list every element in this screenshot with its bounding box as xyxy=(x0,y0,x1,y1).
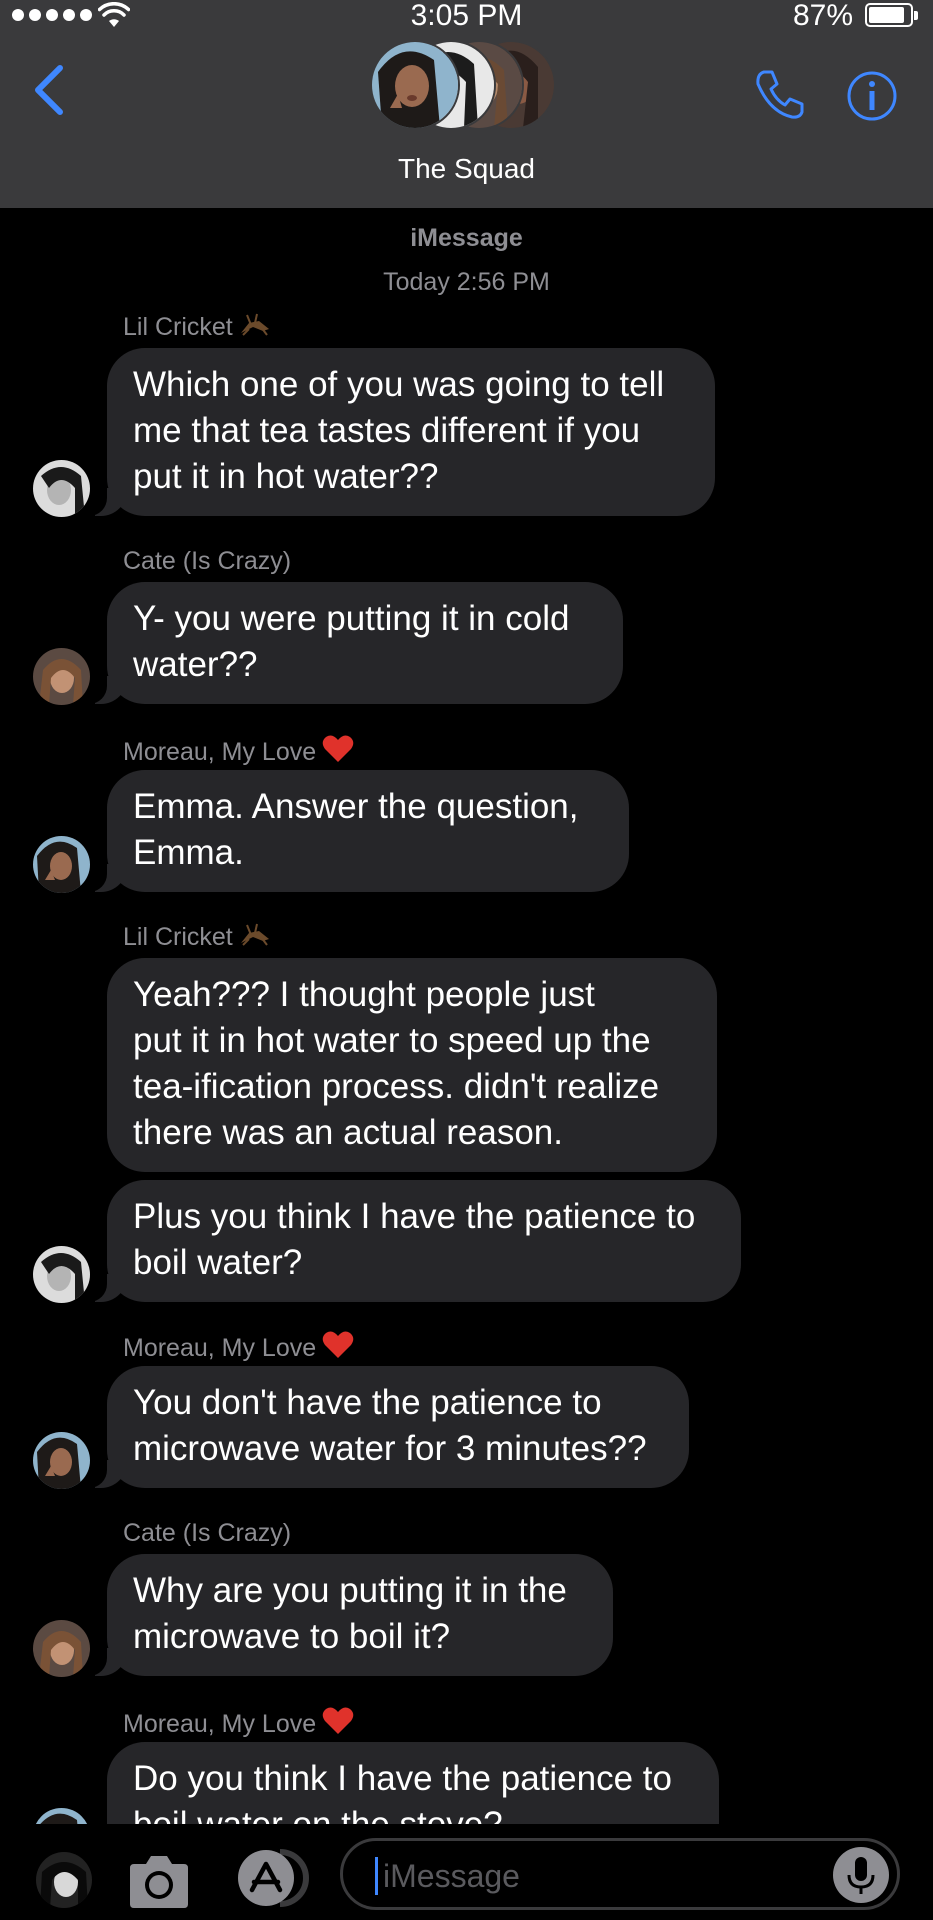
message-line: Plus you think I have the patience to xyxy=(133,1197,696,1236)
message-line: Emma. xyxy=(133,833,244,872)
battery-level-fill xyxy=(869,7,904,23)
red-heart-emoji-icon xyxy=(322,1707,354,1734)
group-member-avatar xyxy=(370,40,460,130)
message-line: there was an actual reason. xyxy=(133,1113,563,1152)
text-caret xyxy=(375,1857,378,1895)
sender-name: Cate (Is Crazy) xyxy=(123,547,292,575)
memoji-button[interactable] xyxy=(36,1852,92,1908)
cricket-emoji-icon xyxy=(240,313,269,336)
message-bubble[interactable]: You don't have the patience to microwave… xyxy=(87,1366,689,1488)
group-avatars[interactable] xyxy=(370,40,566,132)
sender-avatar[interactable] xyxy=(33,1808,90,1824)
message-line: me that tea tastes different if you xyxy=(133,411,641,450)
messages-app: 3:05 PM 87% The Squad iMessage Today 2:5… xyxy=(0,0,933,1920)
message-list[interactable]: iMessage Today 2:56 PM Lil Cricket Which… xyxy=(0,208,933,1824)
message-line: water?? xyxy=(133,645,258,684)
red-heart-emoji-icon xyxy=(322,735,354,762)
message-line: You don't have the patience to xyxy=(133,1383,602,1422)
message-bubble[interactable]: Why are you putting it in the microwave … xyxy=(87,1554,613,1676)
message-line: boil water? xyxy=(133,1243,303,1282)
sender-avatar[interactable] xyxy=(33,1620,90,1677)
battery-percentage: 87% xyxy=(792,0,853,32)
conversation-header: 3:05 PM 87% The Squad xyxy=(0,0,933,208)
sender-name: Moreau, My Love xyxy=(123,1706,354,1739)
message-bubble[interactable]: Plus you think I have the patience to bo… xyxy=(87,1180,741,1302)
battery-icon xyxy=(865,3,918,27)
sender-name: Lil Cricket xyxy=(123,312,271,342)
status-bar: 3:05 PM 87% xyxy=(0,0,933,34)
group-title[interactable]: The Squad xyxy=(0,152,933,186)
sender-avatar[interactable] xyxy=(33,460,90,517)
message-line: Yeah??? I thought people just xyxy=(133,975,595,1014)
red-heart-emoji-icon xyxy=(322,1331,354,1358)
message-line: Y- you were putting it in cold xyxy=(133,599,570,638)
message-line: put it in hot water?? xyxy=(133,457,439,496)
sender-avatar[interactable] xyxy=(33,1246,90,1303)
message-input-placeholder: iMessage xyxy=(383,1858,520,1894)
sender-name: Moreau, My Love xyxy=(123,734,354,767)
message-line: Which one of you was going to tell xyxy=(133,365,665,404)
thread-timestamp: Today 2:56 PM xyxy=(0,268,933,297)
message-bubble[interactable]: Do you think I have the patience to boil… xyxy=(107,1742,719,1824)
compose-bar: iMessage xyxy=(0,1824,933,1920)
message-line: boil water on the stove? xyxy=(133,1802,693,1824)
phone-icon[interactable] xyxy=(752,66,808,122)
microphone-icon xyxy=(847,1857,875,1894)
sender-avatar[interactable] xyxy=(33,1432,90,1489)
message-line: microwave to boil it? xyxy=(133,1617,451,1656)
service-label: iMessage xyxy=(410,224,523,252)
message-input[interactable]: iMessage xyxy=(340,1838,900,1910)
message-bubble[interactable]: Which one of you was going to tell me th… xyxy=(87,348,715,516)
sender-avatar[interactable] xyxy=(33,648,90,705)
cricket-emoji-icon xyxy=(240,923,269,946)
timestamp-day: Today xyxy=(383,268,450,296)
sender-avatar[interactable] xyxy=(33,836,90,893)
message-bubble[interactable]: Y- you were putting it in cold water?? xyxy=(87,582,623,704)
app-store-icon[interactable] xyxy=(230,1846,310,1910)
message-line: put it in hot water to speed up the xyxy=(133,1021,651,1060)
back-button[interactable] xyxy=(30,62,70,118)
microphone-button[interactable] xyxy=(833,1847,889,1903)
message-line: Emma. Answer the question, xyxy=(133,787,579,826)
message-bubble[interactable]: Emma. Answer the question, Emma. xyxy=(87,770,629,892)
sender-name: Moreau, My Love xyxy=(123,1330,354,1363)
message-line: Why are you putting it in the xyxy=(133,1571,567,1610)
message-bubble[interactable]: Yeah??? I thought people just put it in … xyxy=(107,958,717,1172)
sender-name: Cate (Is Crazy) xyxy=(123,1519,292,1547)
info-icon[interactable] xyxy=(846,70,898,122)
message-line: microwave water for 3 minutes?? xyxy=(133,1429,647,1468)
camera-icon[interactable] xyxy=(126,1852,192,1910)
message-line: Do you think I have the patience to xyxy=(133,1759,672,1798)
timestamp-time: 2:56 PM xyxy=(456,268,550,296)
sender-name: Lil Cricket xyxy=(123,922,271,952)
message-line: tea-ification process. didn't realize xyxy=(133,1067,660,1106)
